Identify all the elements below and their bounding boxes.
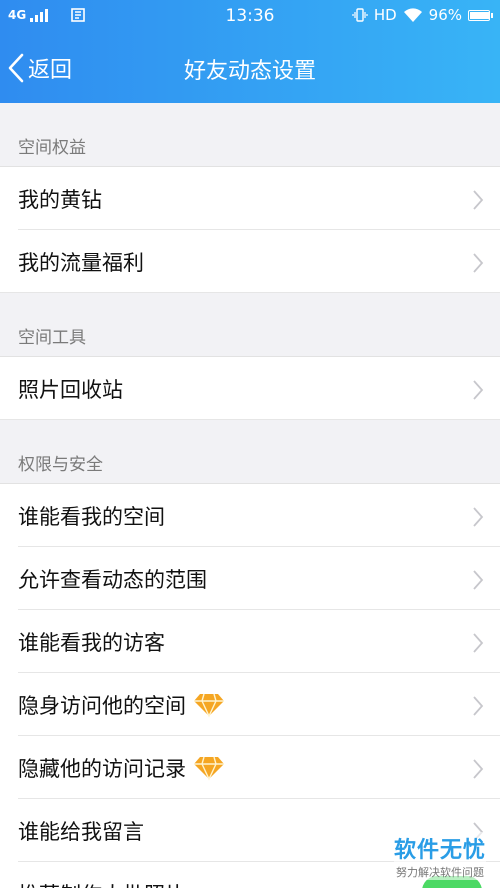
watermark-logo: 软件无忧 努力解决软件问题: [393, 832, 486, 880]
chevron-right-icon: [472, 506, 484, 532]
back-button[interactable]: 返回: [8, 49, 72, 87]
list-item-invisible-visit[interactable]: 隐身访问他的空间: [0, 673, 500, 736]
status-right: HD 96%: [352, 6, 493, 24]
list-item-hide-visit-record[interactable]: 隐藏他的访问记录: [0, 736, 500, 799]
list-item-label: 我的流量福利: [18, 250, 144, 275]
settings-list: 空间权益 我的黄钻 我的流量福利 空间工具 照片回收站 权限与安全 谁能看我的空…: [0, 103, 500, 888]
chevron-right-icon: [472, 695, 484, 721]
list-item-label: 谁能给我留言: [18, 819, 144, 844]
section-header-space-tools: 空间工具: [0, 293, 500, 357]
watermark-subtitle: 努力解决软件问题: [393, 864, 486, 880]
list-item-label: 我的黄钻: [18, 187, 102, 212]
nav-bar: 返回 好友动态设置: [0, 33, 500, 103]
chevron-right-icon: [472, 379, 484, 405]
list-item-label: 隐藏他的访问记录: [18, 756, 186, 781]
wifi-icon: [403, 7, 423, 23]
battery-fill: [470, 11, 490, 19]
list-item-data-benefit[interactable]: 我的流量福利: [0, 230, 500, 293]
section-header-permissions: 权限与安全: [0, 420, 500, 484]
section-header-space-rights: 空间权益: [0, 103, 500, 167]
chevron-right-icon: [472, 252, 484, 278]
diamond-icon: [192, 755, 226, 781]
back-label: 返回: [28, 58, 73, 83]
list-item-label: 谁能看我的访客: [18, 630, 165, 655]
list-item-feed-visibility-range[interactable]: 允许查看动态的范围: [0, 547, 500, 610]
list-item-label: 照片回收站: [18, 377, 123, 402]
vibrate-icon: [352, 7, 368, 23]
list-item-label: 隐身访问他的空间: [18, 693, 186, 718]
diamond-icon: [192, 692, 226, 718]
list-item-label: 谁能看我的空间: [18, 504, 165, 529]
chevron-left-icon: [8, 53, 24, 83]
list-item-photo-recycle-bin[interactable]: 照片回收站: [0, 357, 500, 420]
list-item-label: 允许查看动态的范围: [18, 567, 207, 592]
page-title: 好友动态设置: [183, 59, 316, 84]
hd-indicator: HD: [373, 6, 397, 24]
watermark-title: 软件无忧: [393, 832, 486, 864]
status-bar: 4G 13:36 HD 96%: [0, 0, 500, 33]
chevron-right-icon: [472, 632, 484, 658]
chevron-right-icon: [472, 189, 484, 215]
chevron-right-icon: [472, 758, 484, 784]
list-item-yellow-diamond[interactable]: 我的黄钻: [0, 167, 500, 230]
list-item-who-can-see-visitors[interactable]: 谁能看我的访客: [0, 610, 500, 673]
list-item-label: 推荐制作大批照片: [18, 879, 186, 888]
battery-percent: 96%: [428, 6, 462, 24]
list-item-who-can-see-space[interactable]: 谁能看我的空间: [0, 484, 500, 547]
chevron-right-icon: [472, 569, 484, 595]
battery-icon: [468, 9, 493, 21]
